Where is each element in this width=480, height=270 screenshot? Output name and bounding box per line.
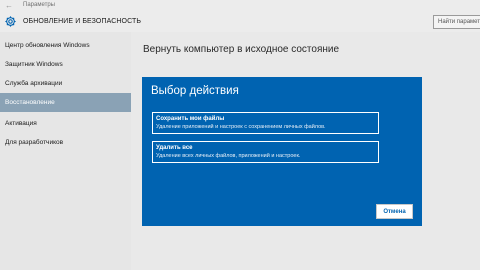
sidebar-item-windows-update[interactable]: Центр обновления Windows (0, 36, 131, 55)
reset-options-dialog: Выбор действия Сохранить мои файлы Удале… (142, 77, 422, 226)
sidebar-item-activation[interactable]: Активация (0, 114, 131, 133)
option-label: Сохранить мои файлы (156, 116, 225, 122)
arrow-left-icon[interactable]: ← (5, 1, 13, 10)
sidebar-item-for-developers[interactable]: Для разработчиков (0, 133, 131, 152)
sidebar-item-backup[interactable]: Служба архивации (0, 74, 131, 93)
option-label: Удалить все (156, 145, 193, 151)
keep-my-files-option[interactable]: Сохранить мои файлы Удаление приложений … (152, 112, 379, 134)
sidebar: Центр обновления Windows Защитник Window… (0, 32, 131, 270)
dialog-title: Выбор действия (151, 85, 239, 97)
option-description: Удаление приложений и настроек с сохране… (156, 124, 326, 130)
page-title: Вернуть компьютер в исходное состояние (143, 44, 340, 55)
window-title-bar: ← Параметры (0, 0, 480, 12)
sidebar-item-windows-defender[interactable]: Защитник Windows (0, 55, 131, 74)
remove-everything-option[interactable]: Удалить все Удаление всех личных файлов,… (152, 141, 379, 163)
option-description: Удаление всех личных файлов, приложений … (156, 153, 301, 159)
sidebar-item-recovery[interactable]: Восстановление (0, 93, 131, 112)
section-title: ОБНОВЛЕНИЕ И БЕЗОПАСНОСТЬ (23, 18, 142, 25)
search-input[interactable]: Найти параметр (433, 15, 480, 29)
settings-header: ОБНОВЛЕНИЕ И БЕЗОПАСНОСТЬ (0, 12, 480, 32)
cancel-button[interactable]: Отмена (376, 204, 413, 219)
window-title: Параметры (23, 2, 55, 8)
gear-icon (5, 16, 16, 27)
